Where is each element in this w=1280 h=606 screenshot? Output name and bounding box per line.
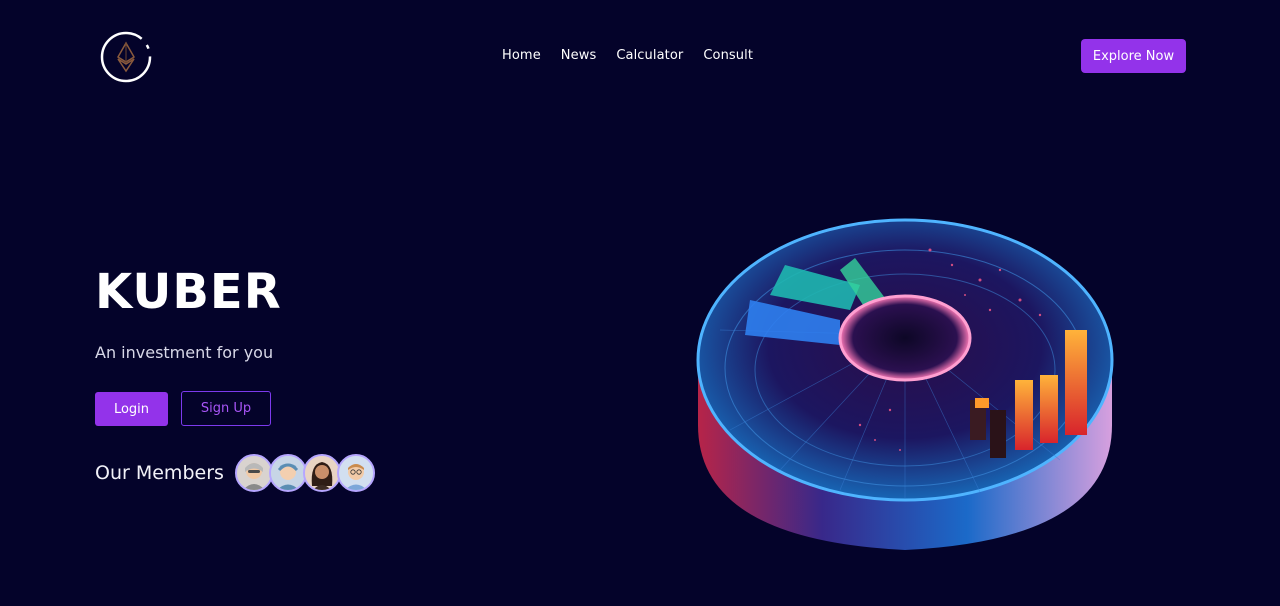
hero-title: KUBER <box>95 264 282 320</box>
member-avatars <box>235 454 375 492</box>
ethereum-logo-icon[interactable] <box>99 30 153 84</box>
member-avatar-2[interactable] <box>269 454 307 492</box>
landing-page: Home News Calculator Consult Explore Now… <box>0 0 1280 606</box>
nav-calculator[interactable]: Calculator <box>616 48 683 63</box>
explore-now-button[interactable]: Explore Now <box>1081 39 1186 73</box>
nav-news[interactable]: News <box>561 48 597 63</box>
member-avatar-1[interactable] <box>235 454 273 492</box>
member-avatar-3[interactable] <box>303 454 341 492</box>
main-nav: Home News Calculator Consult <box>502 48 753 63</box>
hero-tagline: An investment for you <box>95 343 274 362</box>
nav-home[interactable]: Home <box>502 48 541 63</box>
3d-chart-disc-icon <box>690 210 1120 560</box>
member-avatar-4[interactable] <box>337 454 375 492</box>
sign-up-button[interactable]: Sign Up <box>181 391 271 426</box>
login-button[interactable]: Login <box>95 392 168 426</box>
nav-consult[interactable]: Consult <box>703 48 753 63</box>
members-label: Our Members <box>95 462 224 484</box>
